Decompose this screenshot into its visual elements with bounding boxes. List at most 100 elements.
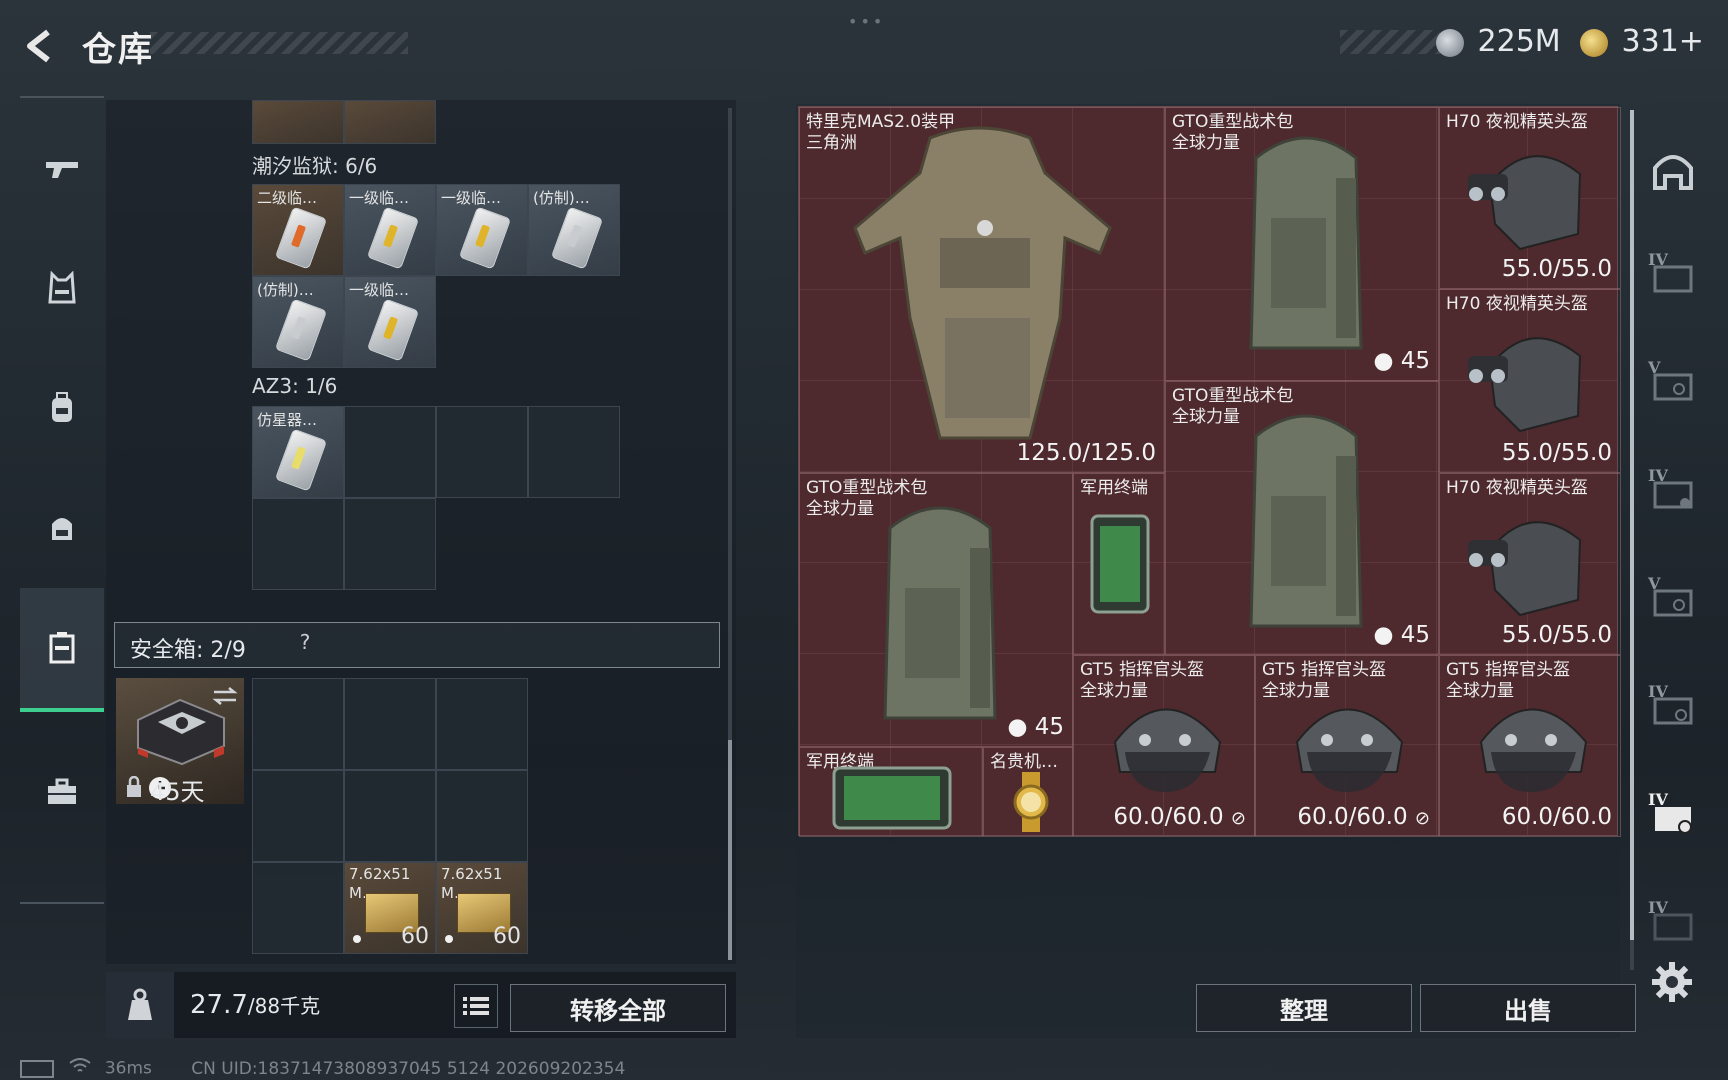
commander-helmet-item[interactable]: GT5 指挥官头盔 全球力量 60.0/60.0 ⊘ bbox=[1255, 655, 1439, 837]
tactical-bag-item[interactable]: GTO重型战术包 全球力量 ● 45 bbox=[799, 473, 1073, 747]
section-label-az3: AZ3: 1/6 bbox=[252, 374, 338, 398]
armor-item[interactable]: 特里克MAS2.0装甲 三角洲 125.0/125.0 bbox=[799, 107, 1165, 473]
item-card[interactable]: 一级临… bbox=[344, 276, 436, 368]
user-icon: ● bbox=[1373, 348, 1394, 374]
empty-slot[interactable] bbox=[252, 678, 344, 770]
gear-icon[interactable] bbox=[1650, 960, 1694, 1004]
weight-lock-button[interactable] bbox=[106, 972, 174, 1038]
list-icon bbox=[463, 997, 489, 1015]
military-terminal-item[interactable]: 军用终端 bbox=[799, 747, 983, 837]
tactical-bag-item[interactable]: GTO重型战术包 全球力量 ● 45 bbox=[1165, 381, 1439, 655]
nav-backpack[interactable] bbox=[20, 348, 104, 468]
keycard-icon bbox=[458, 206, 512, 270]
keycard-icon bbox=[550, 206, 604, 270]
transfer-all-button[interactable]: 转移全部 bbox=[510, 984, 726, 1032]
sort-button[interactable]: 整理 bbox=[1196, 984, 1412, 1032]
luxury-watch-item[interactable]: 名贵机… bbox=[983, 747, 1073, 837]
keycard-icon bbox=[366, 206, 420, 270]
nav-container-slot[interactable]: IV bbox=[1640, 228, 1706, 328]
user-icon: ● bbox=[1007, 714, 1028, 740]
ammo-item[interactable]: 7.62x51 M… 60 bbox=[344, 862, 436, 954]
empty-slot[interactable] bbox=[436, 678, 528, 770]
rarity-dot bbox=[353, 935, 361, 943]
nav-container-slot[interactable]: IV bbox=[1640, 660, 1706, 760]
empty-slot[interactable] bbox=[528, 406, 620, 498]
empty-slot[interactable] bbox=[252, 862, 344, 954]
item-card[interactable]: 仿星器… bbox=[252, 406, 344, 498]
storage-scroll-thumb[interactable] bbox=[728, 740, 732, 960]
no-repair-icon: ⊘ bbox=[1414, 808, 1430, 829]
bag-icon bbox=[52, 392, 72, 422]
list-view-button[interactable] bbox=[454, 984, 498, 1028]
empty-slot[interactable] bbox=[436, 770, 528, 862]
inventory-slot[interactable] bbox=[252, 100, 344, 144]
terminal-icon bbox=[1090, 514, 1150, 614]
nav-home-container[interactable] bbox=[1640, 120, 1706, 220]
helmet-backpack-icon bbox=[52, 518, 72, 540]
empty-slot[interactable] bbox=[344, 678, 436, 770]
safebox-icon bbox=[49, 632, 75, 664]
nav-briefcase[interactable] bbox=[20, 732, 104, 852]
currency-gold[interactable]: 331+ bbox=[1580, 24, 1704, 59]
item-card[interactable]: 二级临… bbox=[252, 184, 344, 276]
battery-icon bbox=[20, 1059, 54, 1078]
silver-coin-icon bbox=[1436, 28, 1464, 57]
empty-slot[interactable] bbox=[344, 770, 436, 862]
page-title: 仓库 bbox=[82, 30, 154, 70]
nav-container-slot[interactable]: V bbox=[1640, 336, 1706, 436]
nav-chest-rig[interactable] bbox=[20, 468, 104, 588]
item-card[interactable]: (仿制)… bbox=[252, 276, 344, 368]
empty-slot[interactable] bbox=[252, 498, 344, 590]
container-grid: 特里克MAS2.0装甲 三角洲 125.0/125.0 GTO重型战术包 全球力量 … bbox=[798, 106, 1621, 837]
weight-readout: 27.7/88千克 bbox=[190, 990, 321, 1020]
empty-slot[interactable] bbox=[344, 498, 436, 590]
nav-container-slot[interactable]: V bbox=[1640, 552, 1706, 652]
nvg-helmet-icon bbox=[1468, 155, 1582, 251]
briefcase-icon bbox=[48, 778, 76, 804]
az3-grid: 仿星器… bbox=[252, 406, 620, 590]
keycard-icon bbox=[366, 298, 420, 362]
safe-box-grid: 7.62x51 M… 60 7.62x51 M… 60 bbox=[252, 678, 528, 954]
item-card[interactable]: 一级临… bbox=[344, 184, 436, 276]
drag-grip: ••• bbox=[848, 12, 886, 31]
inventory-slot[interactable] bbox=[344, 100, 436, 144]
commander-helmet-item[interactable]: GT5 指挥官头盔 全球力量 60.0/60.0 ⊘ bbox=[1073, 655, 1255, 837]
nav-safebox[interactable] bbox=[20, 588, 104, 712]
gold-coin-icon bbox=[1580, 28, 1608, 57]
empty-slot[interactable] bbox=[252, 770, 344, 862]
empty-slot[interactable] bbox=[436, 406, 528, 498]
tidal-prison-grid: 二级临… 一级临… 一级临… (仿制)… (仿制)… 一级临… bbox=[252, 184, 620, 368]
empty-slot[interactable] bbox=[344, 406, 436, 498]
rarity-dot bbox=[445, 935, 453, 943]
user-icon: ● bbox=[1373, 622, 1394, 648]
back-arrow-icon[interactable] bbox=[20, 26, 60, 66]
nav-container-slot[interactable]: IV bbox=[1640, 444, 1706, 544]
military-terminal-item[interactable]: 军用终端 bbox=[1073, 473, 1165, 655]
safe-box-label: 安全箱: 2/9 bbox=[130, 638, 246, 663]
backpack-icon bbox=[1249, 414, 1363, 628]
item-card[interactable]: 一级临… bbox=[436, 184, 528, 276]
nav-divider bbox=[20, 902, 104, 904]
swap-icon[interactable] bbox=[212, 686, 238, 706]
currency-silver[interactable]: 225M bbox=[1436, 24, 1561, 59]
tactical-bag-item[interactable]: GTO重型战术包 全球力量 ● 45 bbox=[1165, 107, 1439, 381]
ammo-item[interactable]: 7.62x51 M… 60 bbox=[436, 862, 528, 954]
armor-vest-icon bbox=[853, 126, 1112, 440]
left-nav bbox=[20, 96, 104, 904]
nvg-helmet-item[interactable]: H70 夜视精英头盔 55.0/55.0 bbox=[1439, 289, 1621, 473]
container-scroll-thumb[interactable] bbox=[1630, 110, 1634, 940]
keycard-icon bbox=[274, 298, 328, 362]
sell-button[interactable]: 出售 bbox=[1420, 984, 1636, 1032]
commander-helmet-item[interactable]: GT5 指挥官头盔 全球力量 60.0/60.0 bbox=[1439, 655, 1621, 837]
item-card[interactable]: (仿制)… bbox=[528, 184, 620, 276]
nvg-helmet-item[interactable]: H70 夜视精英头盔 55.0/55.0 bbox=[1439, 473, 1621, 655]
nvg-helmet-item[interactable]: H70 夜视精英头盔 55.0/55.0 bbox=[1439, 107, 1621, 289]
help-icon[interactable]: ? bbox=[292, 630, 318, 660]
nav-container-slot-active[interactable]: IV bbox=[1640, 768, 1706, 868]
nav-armor[interactable] bbox=[20, 228, 104, 348]
nav-weapons[interactable] bbox=[20, 108, 104, 228]
section-label-tidal-prison: 潮汐监狱: 6/6 bbox=[252, 154, 378, 178]
keycard-icon bbox=[274, 428, 328, 492]
backpack-icon bbox=[883, 506, 997, 720]
keycard-icon bbox=[274, 206, 328, 270]
